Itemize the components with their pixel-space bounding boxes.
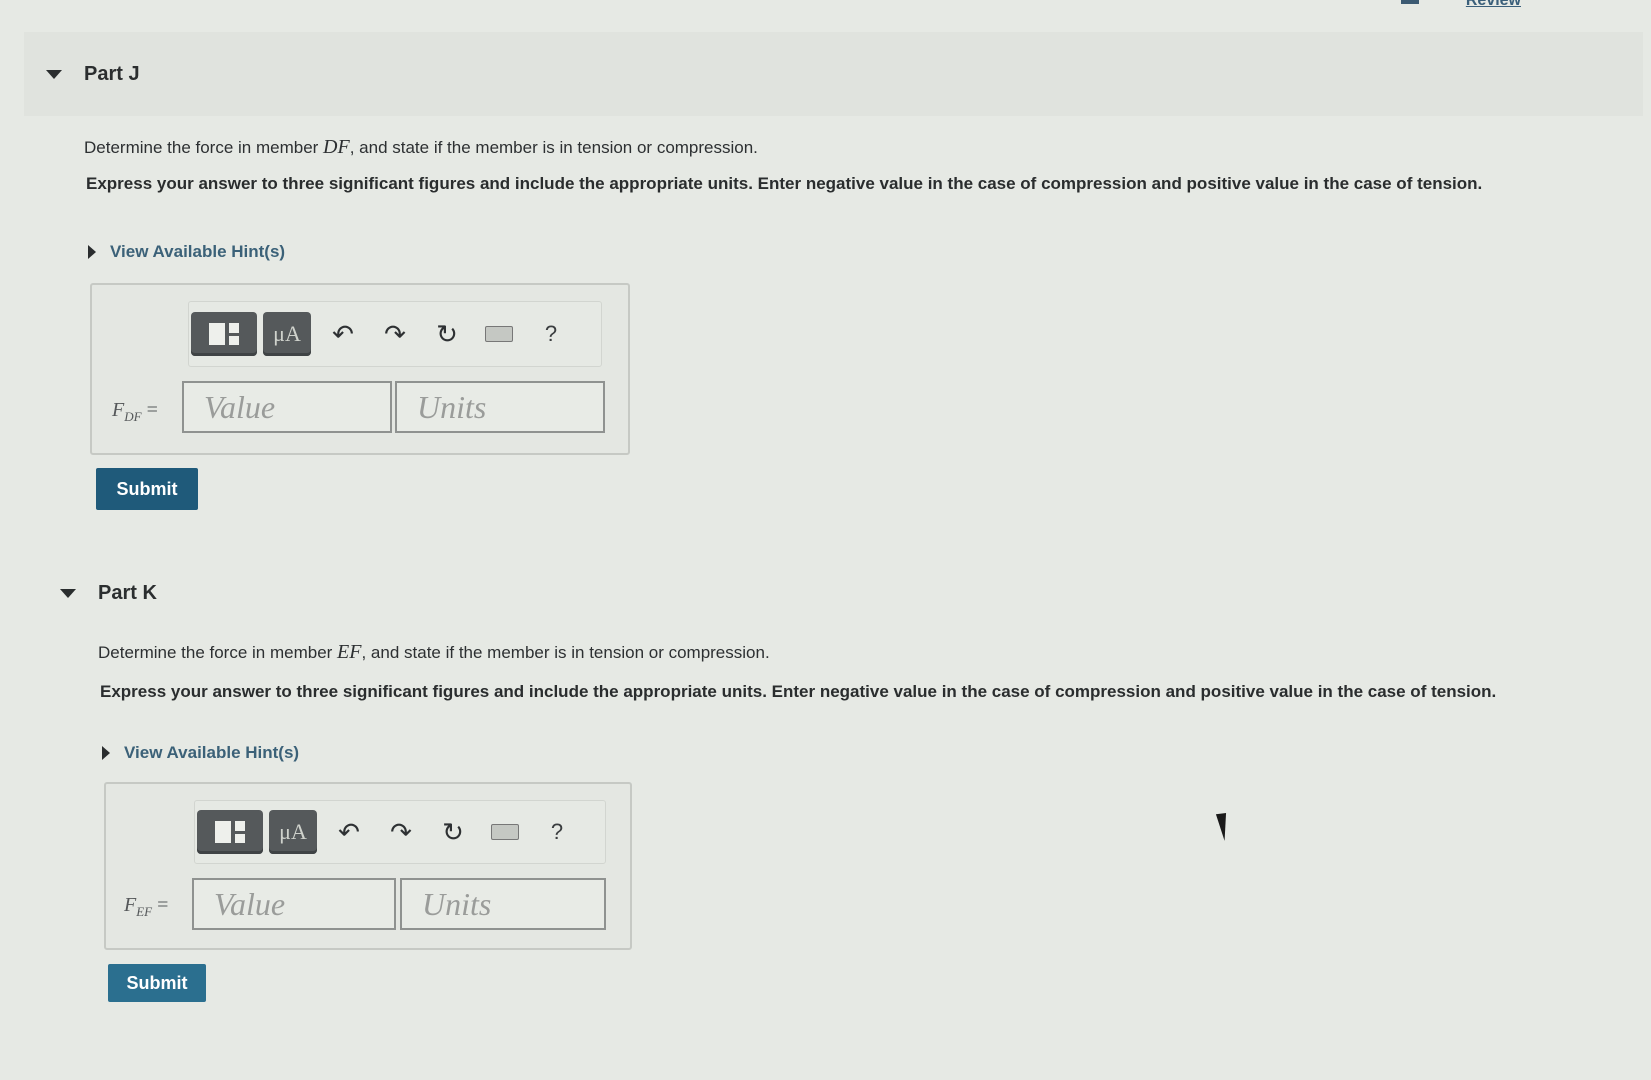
reset-icon: ↻: [436, 318, 458, 349]
equation-toolbar: μA ↶ ↷ ↻ ?: [188, 301, 602, 367]
hint-label[interactable]: View Available Hint(s): [110, 242, 285, 262]
question-prefix: Determine the force in member: [98, 643, 338, 662]
keyboard-button[interactable]: [473, 312, 525, 356]
help-icon: ?: [550, 819, 564, 844]
templates-button[interactable]: [197, 810, 263, 854]
keyboard-button[interactable]: [479, 810, 531, 854]
value-input[interactable]: [182, 381, 392, 433]
variable-symbol: F: [124, 894, 137, 916]
help-icon: ?: [544, 321, 558, 346]
submit-button[interactable]: Submit: [96, 468, 198, 510]
view-hints-toggle[interactable]: View Available Hint(s): [102, 743, 299, 763]
question-text: Determine the force in member DF, and st…: [84, 136, 758, 159]
units-input[interactable]: [400, 878, 606, 930]
question-prefix: Determine the force in member: [84, 138, 324, 157]
part-title: Part K: [98, 581, 157, 604]
reset-button[interactable]: ↻: [421, 312, 473, 356]
member-name: EF: [337, 641, 362, 663]
submit-button[interactable]: Submit: [108, 964, 206, 1002]
templates-icon: [215, 821, 245, 843]
equals-sign: =: [146, 399, 158, 421]
help-button[interactable]: ?: [531, 810, 583, 854]
reset-button[interactable]: ↻: [427, 810, 479, 854]
member-name: DF: [323, 136, 350, 158]
part-j-header[interactable]: Part J: [24, 32, 1643, 116]
collapse-caret-icon[interactable]: [60, 588, 76, 598]
expand-caret-icon: [88, 245, 96, 259]
expand-caret-icon: [102, 746, 110, 760]
equals-sign: =: [157, 894, 169, 916]
equation-toolbar: μA ↶ ↷ ↻ ?: [194, 800, 606, 864]
redo-icon: ↷: [390, 816, 412, 847]
units-input[interactable]: [395, 381, 605, 433]
question-suffix: , and state if the member is in tension …: [349, 138, 758, 157]
answer-box: μA ↶ ↷ ↻ ? FDF =: [90, 283, 630, 455]
redo-button[interactable]: ↷: [369, 312, 421, 356]
redo-icon: ↷: [384, 318, 406, 349]
review-icon: [1401, 0, 1419, 4]
units-icon: μA: [279, 819, 307, 844]
part-title: Part J: [84, 62, 140, 85]
variable-symbol: F: [112, 399, 125, 421]
question-text: Determine the force in member EF, and st…: [98, 641, 770, 664]
undo-button[interactable]: ↶: [323, 810, 375, 854]
undo-icon: ↶: [332, 318, 354, 349]
templates-button[interactable]: [191, 312, 257, 356]
variable-subscript: DF: [124, 409, 142, 424]
hint-label[interactable]: View Available Hint(s): [124, 743, 299, 763]
units-button[interactable]: μA: [269, 810, 317, 854]
view-hints-toggle[interactable]: View Available Hint(s): [88, 242, 285, 262]
question-suffix: , and state if the member is in tension …: [361, 643, 770, 662]
undo-button[interactable]: ↶: [317, 312, 369, 356]
redo-button[interactable]: ↷: [375, 810, 427, 854]
help-button[interactable]: ?: [525, 312, 577, 356]
keyboard-icon: [485, 326, 513, 342]
collapse-caret-icon[interactable]: [46, 69, 62, 79]
templates-icon: [209, 323, 239, 345]
instructions-text: Express your answer to three significant…: [100, 682, 1497, 701]
part-k-header[interactable]: Part K: [40, 568, 1643, 618]
variable-label: FDF =: [112, 399, 158, 425]
review-link[interactable]: Review: [1466, 0, 1521, 10]
units-button[interactable]: μA: [263, 312, 311, 356]
variable-subscript: EF: [136, 904, 153, 919]
mouse-cursor-icon: [1215, 811, 1235, 841]
value-input[interactable]: [192, 878, 396, 930]
reset-icon: ↻: [442, 816, 464, 847]
undo-icon: ↶: [338, 816, 360, 847]
variable-label: FEF =: [124, 894, 168, 920]
keyboard-icon: [491, 824, 519, 840]
instructions-text: Express your answer to three significant…: [86, 174, 1483, 193]
units-icon: μA: [273, 321, 301, 346]
page: Review Part J Determine the force in mem…: [0, 0, 1651, 1080]
answer-box: μA ↶ ↷ ↻ ? FEF =: [104, 782, 632, 950]
